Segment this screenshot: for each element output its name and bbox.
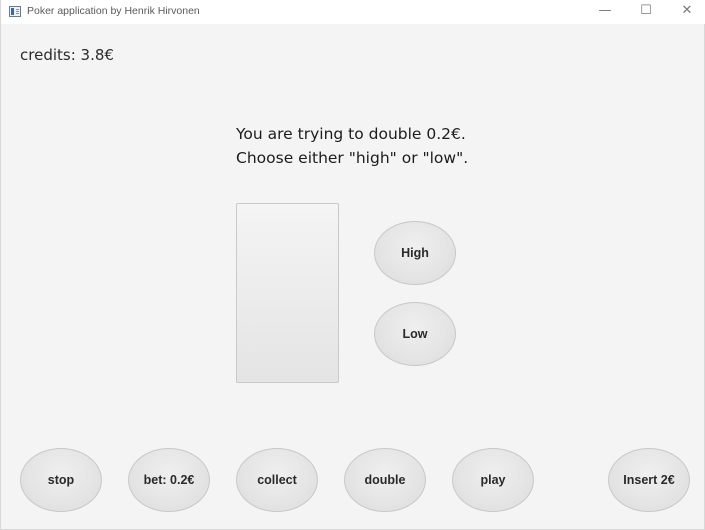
minimize-button[interactable]: — <box>585 0 625 24</box>
insert-coin-button[interactable]: Insert 2€ <box>608 448 690 512</box>
close-button[interactable]: ✕ <box>667 0 705 24</box>
app-icon <box>9 6 21 17</box>
maximize-button[interactable]: ☐ <box>626 0 666 24</box>
message-line-2: Choose either "high" or "low". <box>236 149 469 167</box>
bet-button[interactable]: bet: 0.2€ <box>128 448 210 512</box>
title-bar[interactable]: Poker application by Henrik Hirvonen — ☐… <box>1 0 705 24</box>
card-back <box>236 203 339 383</box>
app-window: Poker application by Henrik Hirvonen — ☐… <box>0 0 705 530</box>
collect-button[interactable]: collect <box>236 448 318 512</box>
play-button[interactable]: play <box>452 448 534 512</box>
stop-button[interactable]: stop <box>20 448 102 512</box>
high-button[interactable]: High <box>374 221 456 285</box>
message-line-1: You are trying to double 0.2€. <box>236 125 466 143</box>
low-button[interactable]: Low <box>374 302 456 366</box>
double-button[interactable]: double <box>344 448 426 512</box>
double-message: You are trying to double 0.2€. Choose ei… <box>236 122 468 170</box>
window-title: Poker application by Henrik Hirvonen <box>27 5 200 17</box>
credits-label: credits: 3.8€ <box>20 46 114 64</box>
